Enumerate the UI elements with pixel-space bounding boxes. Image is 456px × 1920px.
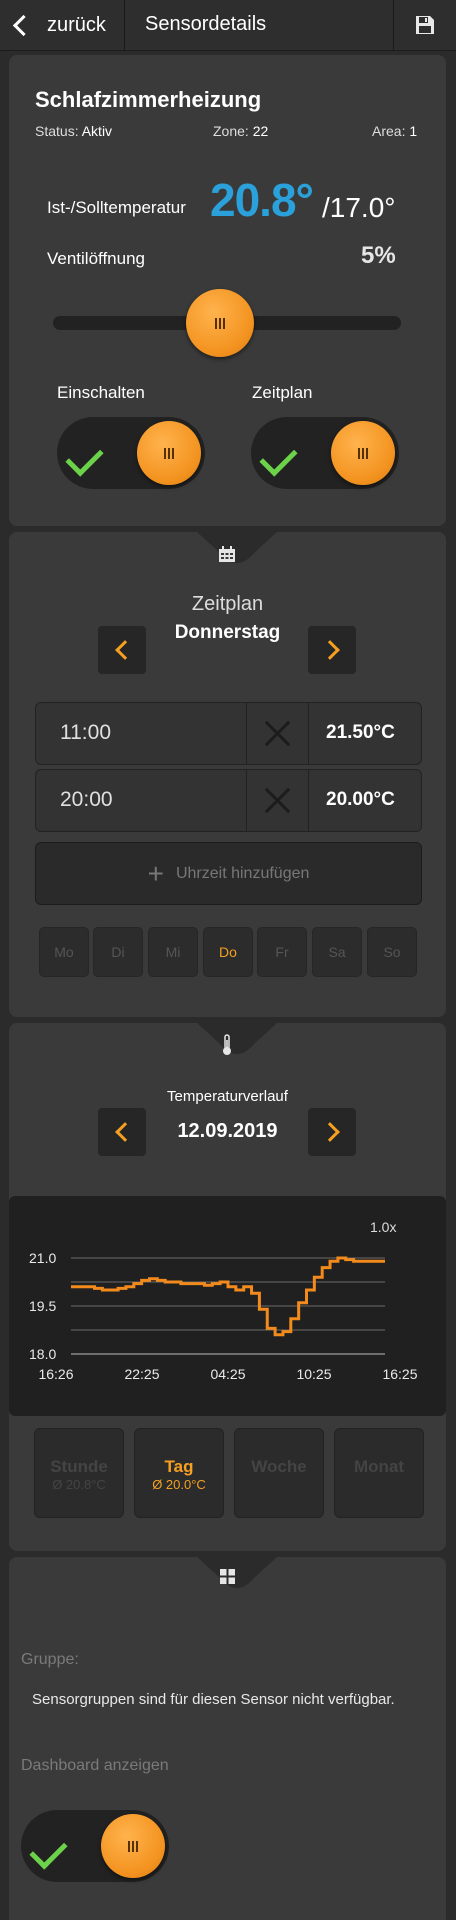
schedule-day: Donnerstag (174, 622, 281, 643)
area-label: Area: (372, 123, 406, 139)
x-tick-label: 16:25 (382, 1366, 417, 1382)
temperature-series-line (71, 1256, 385, 1337)
slot-temperature: 20.00°C (326, 789, 395, 810)
temperature-chart[interactable]: 1.0x 21.0 19.5 18.0 16:26 22:25 04:25 10:25 16:… (9, 1196, 446, 1416)
day-button-fr[interactable]: Fr (257, 927, 307, 977)
slot-time: 20:00 (60, 788, 113, 811)
schedule-toggle[interactable] (251, 417, 399, 489)
delete-slot-button[interactable] (246, 770, 309, 831)
day-button-di[interactable]: Di (93, 927, 143, 977)
add-time-button[interactable]: + Uhrzeit hinzufügen (35, 842, 422, 905)
status-value: Aktiv (81, 123, 113, 139)
toggle-knob (137, 421, 201, 485)
range-button-woche[interactable]: Woche (234, 1428, 324, 1518)
day-button-mi[interactable]: Mi (148, 927, 198, 977)
range-name: Stunde (50, 1457, 108, 1476)
x-tick-label: 04:25 (210, 1366, 245, 1382)
chevron-right-icon (319, 640, 340, 660)
plus-icon: + (147, 857, 164, 889)
grip-icon (215, 317, 225, 329)
section-notch (197, 532, 277, 563)
range-name: Tag (164, 1457, 194, 1476)
range-average: Ø 20.8°C (52, 1477, 106, 1492)
history-date: 12.09.2019 (177, 1120, 278, 1142)
next-date-button[interactable] (308, 1108, 356, 1156)
chevron-right-icon (319, 1122, 340, 1142)
chart-canvas: 21.0 19.5 18.0 16:26 22:25 04:25 10:25 16:25 (29, 1250, 418, 1382)
zone-info: Zone: 22 (213, 123, 268, 139)
next-day-button[interactable] (308, 626, 356, 674)
sensor-card: Schlafzimmerheizung Status: Aktiv Zone: … (9, 55, 446, 526)
check-icon (259, 438, 298, 477)
day-button-do[interactable]: Do (203, 927, 253, 977)
x-tick-label: 22:25 (124, 1366, 159, 1382)
target-temperature: /17.0° (322, 192, 396, 223)
x-tick-label: 10:25 (296, 1366, 331, 1382)
thermometer-icon (223, 1034, 231, 1055)
y-tick-label: 18.0 (29, 1346, 56, 1362)
day-button-so[interactable]: So (367, 927, 417, 977)
day-button-sa[interactable]: Sa (312, 927, 362, 977)
slot-temperature: 21.50°C (326, 722, 395, 743)
floppy-disk-icon (415, 16, 434, 34)
slot-time: 11:00 (60, 721, 111, 744)
chevron-left-icon (12, 14, 35, 36)
range-button-monat[interactable]: Monat (334, 1428, 424, 1518)
y-tick-label: 21.0 (29, 1250, 56, 1266)
range-button-stunde[interactable]: Stunde Ø 20.8°C (34, 1428, 124, 1518)
check-icon (65, 438, 104, 477)
status-info: Status: Aktiv (35, 123, 112, 139)
area-value: 1 (409, 123, 418, 139)
back-label: zurück (47, 13, 106, 36)
zone-value: 22 (252, 123, 269, 139)
dashboard-label: Dashboard anzeigen (21, 1757, 169, 1774)
temperature-label: Ist-/Solltemperatur (47, 198, 186, 217)
toggle-knob (101, 1814, 165, 1878)
section-notch (197, 1023, 277, 1054)
dashboard-toggle[interactable] (21, 1810, 169, 1882)
add-time-label: Uhrzeit hinzufügen (175, 864, 310, 882)
day-button-mo[interactable]: Mo (39, 927, 89, 977)
valve-value: 5% (361, 242, 396, 269)
zone-label: Zone: (213, 123, 249, 139)
range-button-tag[interactable]: Tag Ø 20.0°C (134, 1428, 224, 1518)
schedule-card: Zeitplan Donnerstag 11:00 21.50°C 20:00 … (9, 532, 446, 1017)
range-name: Woche (251, 1457, 307, 1476)
range-name: Monat (353, 1457, 405, 1476)
check-icon (29, 1831, 68, 1870)
group-card: Gruppe: Sensorgruppen sind für diesen Se… (9, 1557, 446, 1920)
toggle-knob (331, 421, 395, 485)
schedule-slot[interactable]: 20:00 20.00°C (35, 769, 422, 832)
delete-slot-button[interactable] (246, 703, 309, 764)
group-info-text: Sensorgruppen sind für diesen Sensor nic… (32, 1691, 395, 1708)
calendar-icon (219, 546, 235, 562)
switch-toggle[interactable] (57, 417, 205, 489)
range-average: Ø 20.0°C (152, 1477, 206, 1492)
area-info: Area: 1 (372, 123, 417, 139)
top-bar: zurück Sensordetails (0, 0, 456, 51)
sensor-name: Schlafzimmerheizung (35, 87, 262, 112)
x-tick-label: 16:26 (38, 1366, 73, 1382)
group-label: Gruppe: (21, 1651, 79, 1668)
schedule-slot[interactable]: 11:00 21.50°C (35, 702, 422, 765)
back-button[interactable]: zurück (0, 0, 124, 50)
valve-slider-knob[interactable] (186, 289, 254, 357)
valve-label: Ventilöffnung (47, 249, 145, 268)
page-title: Sensordetails (145, 13, 267, 35)
schedule-toggle-label: Zeitplan (252, 383, 313, 402)
section-notch (197, 1557, 277, 1588)
divider (124, 0, 125, 50)
schedule-title: Zeitplan (191, 593, 264, 615)
grid-icon (220, 1569, 235, 1584)
save-button[interactable] (393, 0, 456, 50)
y-tick-label: 19.5 (29, 1298, 56, 1314)
switch-label: Einschalten (57, 383, 145, 402)
actual-temperature: 20.8° (210, 174, 314, 226)
status-label: Status: (35, 123, 79, 139)
history-title: Temperaturverlauf (167, 1088, 288, 1105)
